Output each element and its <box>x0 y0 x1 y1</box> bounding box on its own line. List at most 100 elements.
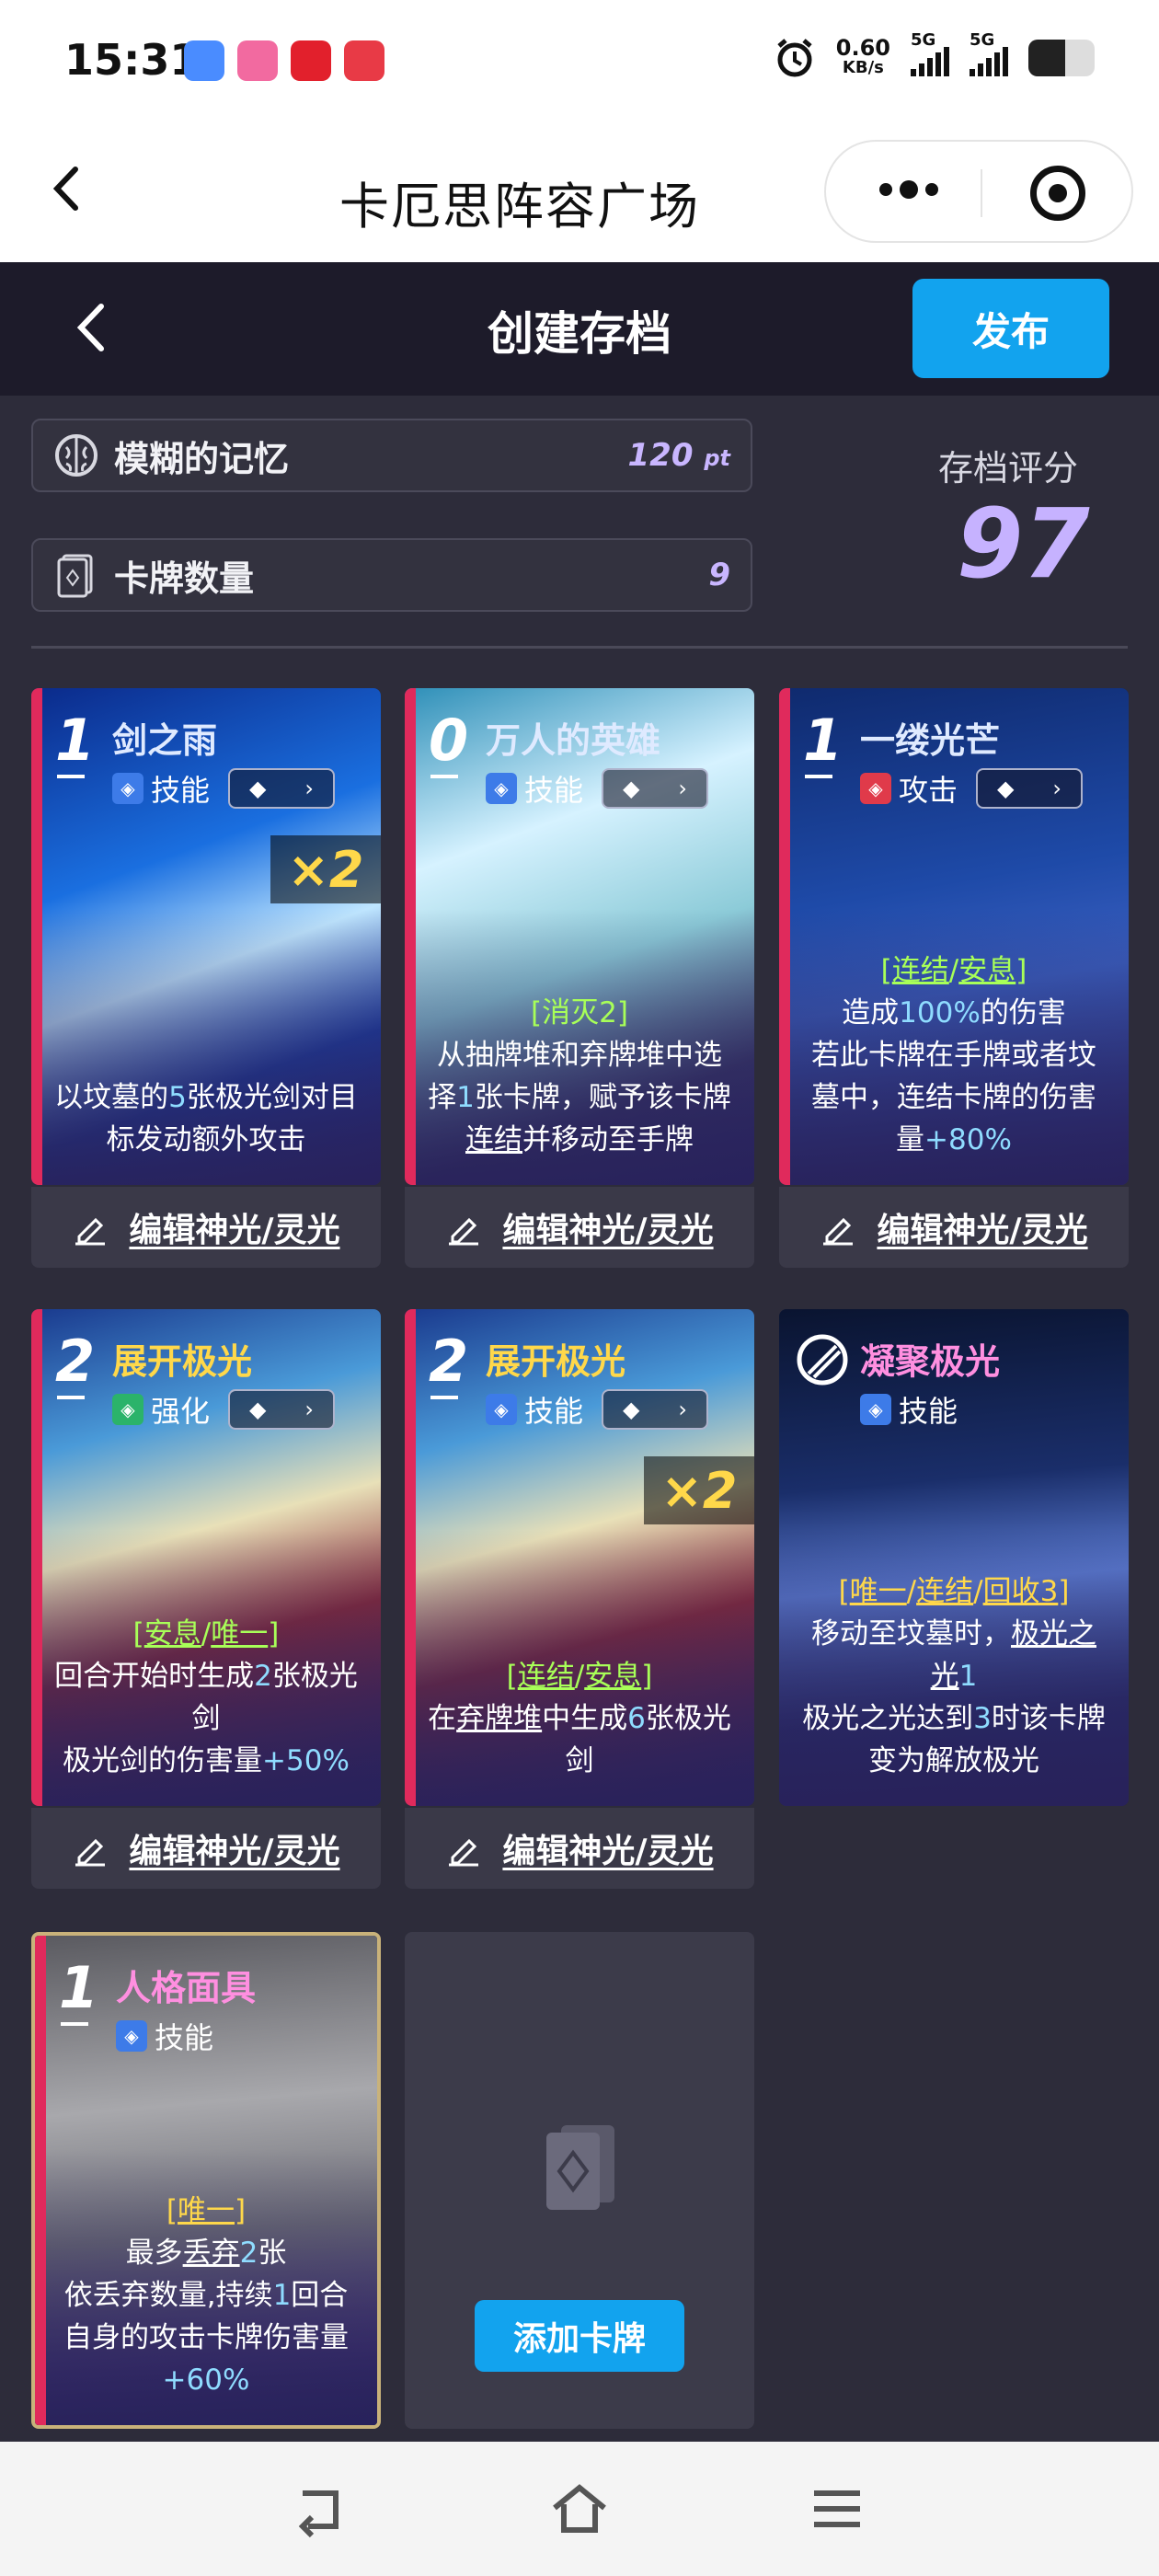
edit-aura-button[interactable]: 编辑神光/灵光 <box>31 1187 381 1268</box>
card-type-icon: ◈ <box>112 1394 143 1425</box>
edit-pencil-icon <box>449 1838 479 1867</box>
net-label: 5G <box>911 30 936 50</box>
card-description: [连结/安息] 造成100%的伤害 若此卡牌在手牌或者坟墓中，连结卡牌的伤害量+80… <box>811 954 1096 1156</box>
chevron-right-icon: › <box>678 776 688 801</box>
card-variant-toggle[interactable]: ◆ › <box>228 1389 336 1430</box>
brain-icon <box>52 431 101 480</box>
score-label: 存档评分 <box>938 448 1079 489</box>
card-type: ◈ 技能 <box>116 2015 213 2057</box>
edit-aura-button[interactable]: 编辑神光/灵光 <box>405 1187 754 1268</box>
capsule-menu <box>824 140 1133 243</box>
status-time: 15:31 <box>64 35 200 85</box>
home-icon[interactable] <box>547 2477 612 2541</box>
gem-icon: ◆ <box>248 776 267 801</box>
network-speed: 0.60 KB/s <box>836 37 890 78</box>
battery-icon <box>1028 40 1095 76</box>
card-type-label: 技能 <box>524 1394 584 1429</box>
mini-program-navbar: 卡厄思阵容广场 <box>0 129 1159 262</box>
memory-value: 120 pt <box>628 437 730 474</box>
edit-aura-label: 编辑神光/灵光 <box>502 1212 714 1249</box>
add-card-slot[interactable]: 添加卡牌 <box>405 1932 754 2429</box>
card-count-row: 卡牌数量 9 <box>31 538 752 612</box>
app-notification-icon <box>291 40 331 81</box>
section-divider <box>31 646 1128 649</box>
chevron-right-icon: › <box>1052 776 1062 801</box>
card-rarity-stripe <box>405 688 416 1185</box>
card-name: 展开极光 <box>486 1341 626 1382</box>
card-type: ◈ 技能 ◆ › <box>486 1388 709 1431</box>
card-type-label: 攻击 <box>899 773 958 808</box>
return-icon[interactable] <box>290 2477 354 2541</box>
publish-button[interactable]: 发布 <box>912 279 1109 378</box>
card-icon <box>52 550 101 600</box>
card-type-label: 强化 <box>151 1394 211 1429</box>
card-count-label: 卡牌数量 <box>114 558 255 599</box>
net-label: 5G <box>970 30 995 50</box>
card-rarity-stripe <box>35 1936 46 2425</box>
card-type: ◈ 技能 ◆ › <box>112 767 336 810</box>
card-cost-dash <box>57 1396 85 1399</box>
card-variant-toggle[interactable]: ◆ › <box>602 768 709 809</box>
card-variant-toggle[interactable]: ◆ › <box>976 768 1084 809</box>
chevron-right-icon: › <box>304 1397 315 1422</box>
card-description: [安息/唯一] 回合开始时生成2张极光剑 极光剑的伤害量+50% <box>54 1617 358 1777</box>
app-notification-icon <box>184 40 224 81</box>
gem-icon: ◆ <box>622 1397 640 1422</box>
card-variant-toggle[interactable]: ◆ › <box>602 1389 709 1430</box>
card-description: 以坟墓的5张极光剑对目标发动额外攻击 <box>54 1081 358 1156</box>
card-item[interactable]: 1 人格面具 ◈ 技能 [唯一] 最多丢弃2张 依丢弃数量,持续1回合自身的攻击卡牌伤… <box>31 1932 381 2429</box>
score-value: 97 <box>957 488 1090 600</box>
card-item[interactable]: 0 万人的英雄 ◈ 技能 ◆ › [消灭2] 从抽牌堆和弃牌堆中选择1张卡牌，赋予该卡… <box>405 688 754 1185</box>
status-right: 0.60 KB/s 5G 5G <box>774 30 1095 79</box>
edit-aura-button[interactable]: 编辑神光/灵光 <box>31 1808 381 1889</box>
menu-icon[interactable] <box>805 2477 869 2541</box>
card-type-icon: ◈ <box>860 1394 891 1425</box>
card-item[interactable]: 1 剑之雨 ◈ 技能 ◆ › ×2 以坟墓的5张极光剑对目标发动额外攻击 <box>31 688 381 1185</box>
card-type-icon: ◈ <box>116 2020 147 2052</box>
card-multiplier: ×2 <box>270 835 381 903</box>
card-type-icon: ◈ <box>486 773 517 804</box>
card-cost: 1 <box>59 1954 99 2021</box>
chevron-right-icon: › <box>304 776 315 801</box>
status-bar: 15:31 0.60 KB/s 5G 5G <box>0 0 1159 129</box>
card-description: [唯一] 最多丢弃2张 依丢弃数量,持续1回合自身的攻击卡牌伤害量 +60% <box>63 2194 349 2397</box>
card-cost-dash <box>430 1396 458 1399</box>
card-type-icon: ◈ <box>860 773 891 804</box>
edit-aura-button[interactable]: 编辑神光/灵光 <box>779 1187 1129 1268</box>
card-type: ◈ 攻击 ◆ › <box>860 767 1084 810</box>
system-nav-bar <box>0 2442 1159 2576</box>
card-description: [唯一/连结/回收3] 移动至坟墓时，极光之光1 极光之光达到3时该卡牌变为解放极光 <box>802 1575 1106 1777</box>
card-cost-dash <box>805 775 832 778</box>
card-type-label: 技能 <box>899 1394 958 1429</box>
add-card-button[interactable]: 添加卡牌 <box>475 2300 684 2372</box>
edit-aura-label: 编辑神光/灵光 <box>877 1212 1088 1249</box>
signal-icon: 5G <box>970 30 1008 76</box>
card-cost: 1 <box>55 707 96 774</box>
card-cost: 1 <box>803 707 843 774</box>
card-item[interactable]: 1 一缕光芒 ◈ 攻击 ◆ › [连结/安息] 造成100%的伤害 若此卡牌在手牌或者坟… <box>779 688 1129 1185</box>
card-variant-toggle[interactable]: ◆ › <box>228 768 336 809</box>
notification-icons <box>184 40 384 81</box>
card-item[interactable]: 凝聚极光 ◈ 技能 [唯一/连结/回收3] 移动至坟墓时，极光之光1 极光之光达到3… <box>779 1309 1129 1806</box>
card-rarity-stripe <box>405 1309 416 1806</box>
card-name: 万人的英雄 <box>486 720 661 761</box>
memory-number: 120 <box>627 437 694 474</box>
memory-label: 模糊的记忆 <box>114 438 290 479</box>
card-item[interactable]: 2 展开极光 ◈ 强化 ◆ › [安息/唯一] 回合开始时生成2张极光剑 极光剑的伤害量… <box>31 1309 381 1806</box>
card-count-value: 9 <box>708 557 730 593</box>
more-dots-icon[interactable] <box>879 180 938 199</box>
card-cost-dash <box>61 2022 88 2026</box>
edit-aura-button[interactable]: 编辑神光/灵光 <box>405 1808 754 1889</box>
edit-aura-label: 编辑神光/灵光 <box>129 1833 340 1870</box>
card-cost: 2 <box>55 1328 96 1395</box>
speed-unit: KB/s <box>842 58 884 77</box>
card-type-label: 技能 <box>155 2020 214 2055</box>
target-circle-icon[interactable] <box>1030 166 1085 221</box>
deck-icon <box>546 2125 614 2210</box>
app-notification-icon <box>344 40 384 81</box>
no-cost-icon <box>797 1334 848 1386</box>
card-type-label: 技能 <box>151 773 211 808</box>
card-item[interactable]: 2 展开极光 ◈ 技能 ◆ › ×2 [连结/安息] 在弃牌堆中生成6张极光剑 <box>405 1309 754 1806</box>
memory-unit: pt <box>704 445 730 471</box>
card-type-label: 技能 <box>524 773 584 808</box>
